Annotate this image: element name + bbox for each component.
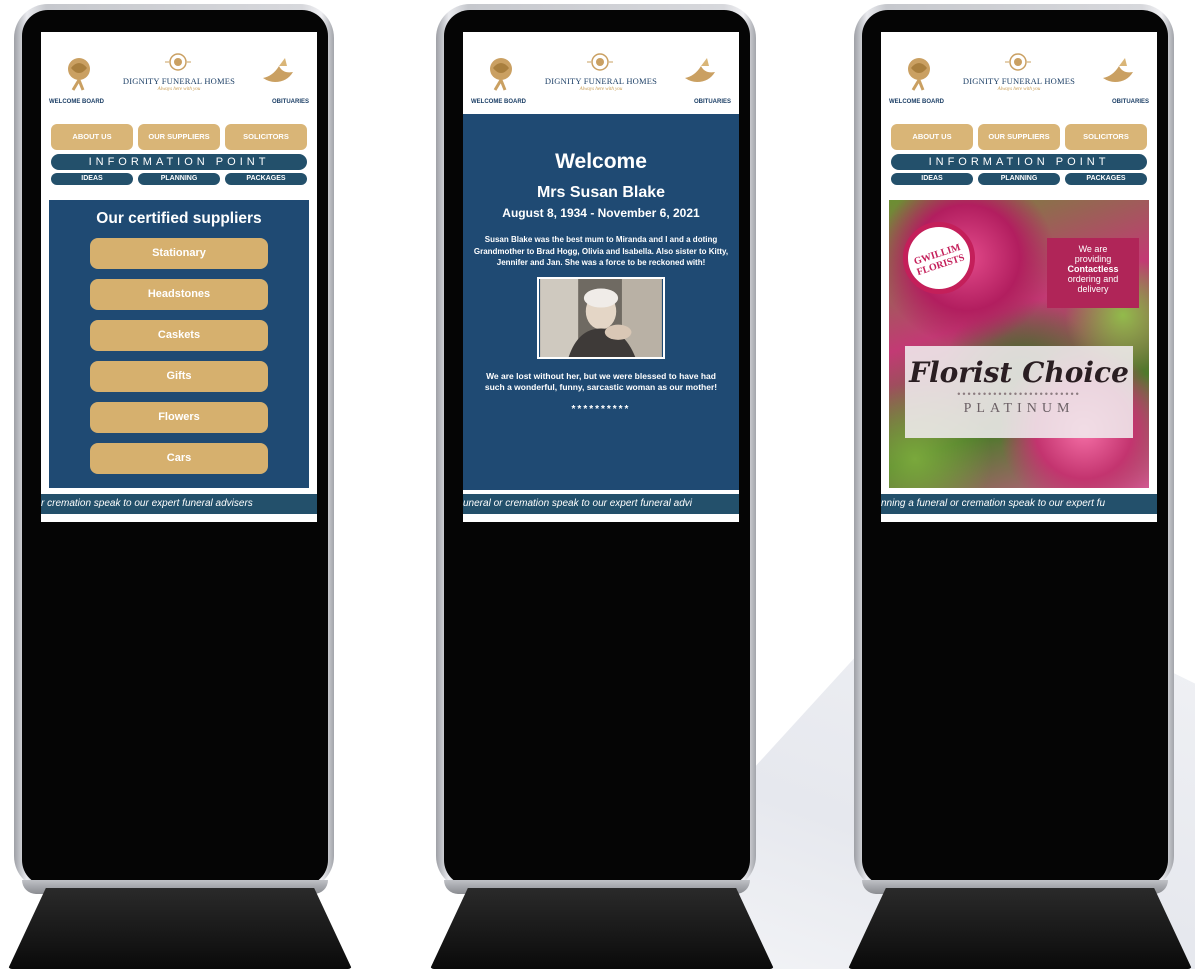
kiosk-base	[430, 888, 774, 969]
promo-line-emphasis: Contactless	[1067, 264, 1119, 274]
ideas-button[interactable]: IDEAS	[891, 173, 973, 185]
supplier-stationary-button[interactable]: Stationary	[90, 238, 268, 269]
rose-icon[interactable]	[61, 54, 97, 92]
promo-line: We are	[1078, 244, 1108, 254]
main-nav: ABOUT US OUR SUPPLIERS SOLICITORS	[881, 114, 1157, 150]
kiosk-screen: DIGNITY FUNERAL HOMES Always here with y…	[881, 32, 1157, 522]
welcome-board-link[interactable]: WELCOME BOARD	[471, 99, 526, 105]
scrolling-ticker: r cremation speak to our expert funeral …	[41, 494, 317, 514]
suppliers-title: Our certified suppliers	[96, 210, 262, 227]
deceased-name: Mrs Susan Blake	[536, 184, 666, 201]
kiosk-base	[848, 888, 1192, 969]
kiosk-suppliers: DIGNITY FUNERAL HOMES Always here with y…	[8, 0, 352, 969]
scrolling-ticker: nning a funeral or cremation speak to ou…	[881, 494, 1157, 514]
sub-nav: IDEAS PLANNING PACKAGES	[41, 170, 317, 185]
contactless-promo: We are providing Contactless ordering an…	[1047, 238, 1139, 308]
rose-emblem-icon	[165, 53, 191, 71]
main-nav: ABOUT US OUR SUPPLIERS SOLICITORS	[41, 114, 317, 150]
kiosk-base	[8, 888, 352, 969]
platinum-label: PLATINUM	[963, 401, 1075, 416]
supplier-caskets-button[interactable]: Caskets	[90, 320, 268, 351]
kiosk-screen: DIGNITY FUNERAL HOMES Always here with y…	[41, 32, 317, 522]
brand-tagline: Always here with you	[157, 87, 201, 92]
supplier-flowers-button[interactable]: Flowers	[90, 402, 268, 433]
about-us-button[interactable]: ABOUT US	[891, 124, 973, 150]
promo-line: providing	[1074, 254, 1112, 264]
ideas-button[interactable]: IDEAS	[51, 173, 133, 185]
supplier-gifts-button[interactable]: Gifts	[90, 361, 268, 392]
sub-nav: IDEAS PLANNING PACKAGES	[881, 170, 1157, 185]
tribute-text: Susan Blake was the best mum to Miranda …	[473, 235, 729, 267]
screen-header: DIGNITY FUNERAL HOMES Always here with y…	[463, 32, 739, 114]
kiosk-welcome: DIGNITY FUNERAL HOMES Always here with y…	[430, 0, 774, 969]
brand-name: DIGNITY FUNERAL HOMES	[962, 76, 1076, 86]
our-suppliers-button[interactable]: OUR SUPPLIERS	[978, 124, 1060, 150]
rose-emblem-icon	[587, 53, 613, 71]
planning-button[interactable]: PLANNING	[978, 173, 1060, 185]
about-us-button[interactable]: ABOUT US	[51, 124, 133, 150]
planning-button[interactable]: PLANNING	[138, 173, 220, 185]
welcome-board-link[interactable]: WELCOME BOARD	[889, 99, 944, 105]
banner-divider: ••••••••••••••••••••••••	[957, 389, 1081, 399]
florist-advert[interactable]: GWILLIM FLORISTS We are providing Contact…	[889, 200, 1149, 488]
rose-icon[interactable]	[901, 54, 937, 92]
brand-tagline: Always here with you	[579, 87, 623, 92]
rose-emblem-icon	[1005, 53, 1031, 71]
kiosk-florist: DIGNITY FUNERAL HOMES Always here with y…	[848, 0, 1192, 969]
brand-tagline: Always here with you	[997, 87, 1041, 92]
supplier-headstones-button[interactable]: Headstones	[90, 279, 268, 310]
promo-line: delivery	[1077, 284, 1109, 294]
kiosk-screen: DIGNITY FUNERAL HOMES Always here with y…	[463, 32, 739, 522]
dove-icon[interactable]	[681, 56, 721, 90]
obituaries-link[interactable]: OBITUARIES	[1112, 99, 1149, 105]
welcome-title: Welcome	[555, 150, 647, 173]
dove-icon[interactable]	[259, 56, 299, 90]
screen-header: DIGNITY FUNERAL HOMES Always here with y…	[881, 32, 1157, 114]
florist-choice-title: Florist Choice	[909, 356, 1129, 389]
screen-header: DIGNITY FUNERAL HOMES Always here with y…	[41, 32, 317, 114]
suppliers-panel: Our certified suppliers Stationary Heads…	[49, 200, 309, 488]
solicitors-button[interactable]: SOLICITORS	[1065, 124, 1147, 150]
our-suppliers-button[interactable]: OUR SUPPLIERS	[138, 124, 220, 150]
packages-button[interactable]: PACKAGES	[225, 173, 307, 185]
dove-icon[interactable]	[1099, 56, 1139, 90]
information-point-button[interactable]: INFORMATION POINT	[891, 154, 1147, 170]
supplier-cars-button[interactable]: Cars	[90, 443, 268, 474]
florist-choice-banner: Florist Choice •••••••••••••••••••••••• …	[905, 346, 1133, 438]
life-dates: August 8, 1934 - November 6, 2021	[502, 206, 700, 220]
obituaries-link[interactable]: OBITUARIES	[272, 99, 309, 105]
promo-line: ordering and	[1067, 274, 1119, 284]
packages-button[interactable]: PACKAGES	[1065, 173, 1147, 185]
solicitors-button[interactable]: SOLICITORS	[225, 124, 307, 150]
rose-icon[interactable]	[483, 54, 519, 92]
portrait-photo	[537, 276, 665, 359]
closing-text: We are lost without her, but we were ble…	[484, 370, 718, 393]
obituaries-link[interactable]: OBITUARIES	[694, 99, 731, 105]
scrolling-ticker: uneral or cremation speak to our expert …	[463, 494, 739, 514]
decorative-stars: **********	[571, 403, 631, 415]
welcome-board-link[interactable]: WELCOME BOARD	[49, 99, 104, 105]
brand-name: DIGNITY FUNERAL HOMES	[544, 76, 658, 86]
information-point-button[interactable]: INFORMATION POINT	[51, 154, 307, 170]
gwillim-florists-logo: GWILLIM FLORISTS	[903, 222, 975, 294]
brand-name: DIGNITY FUNERAL HOMES	[122, 76, 236, 86]
welcome-panel: Welcome Mrs Susan Blake August 8, 1934 -…	[463, 114, 739, 490]
